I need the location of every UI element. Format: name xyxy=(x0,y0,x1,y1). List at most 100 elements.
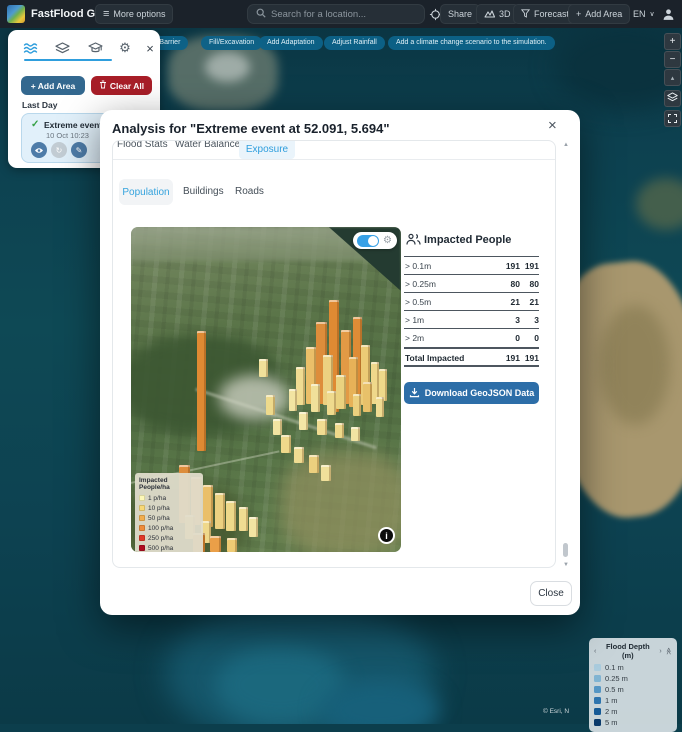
impacted-people-title: Impacted People xyxy=(424,234,511,246)
share-button[interactable]: Share xyxy=(440,4,480,24)
depth-swatch xyxy=(594,697,601,704)
population-bar xyxy=(376,397,384,417)
flood-legend-item: 2 m xyxy=(594,706,672,717)
funnel-icon xyxy=(521,9,530,20)
population-bar xyxy=(351,427,360,441)
population-bar xyxy=(309,455,319,473)
flood-legend-item: 0.1 m xyxy=(594,662,672,673)
tilt-button[interactable]: ▴ xyxy=(664,69,681,86)
population-bar xyxy=(227,538,237,552)
learn-tab-graduation-icon[interactable] xyxy=(86,40,104,56)
clear-all-button[interactable]: Clear All xyxy=(91,76,152,95)
layer-toggle-pill: ⚙ xyxy=(353,232,397,249)
flood-legend-item: 0.25 m xyxy=(594,673,672,684)
flood-tab-waves-icon[interactable] xyxy=(22,40,40,56)
impacted-people-legend: Impacted People/ha 1 p/ha 10 p/ha 50 p/h… xyxy=(135,473,203,552)
map-info-button[interactable]: i xyxy=(378,527,395,544)
layers-icon xyxy=(667,92,678,105)
population-bar xyxy=(311,384,320,412)
population-bar xyxy=(215,493,225,529)
impacted-row: > 0.1m191191 xyxy=(404,256,539,274)
population-bar xyxy=(259,359,268,377)
depth-swatch xyxy=(594,686,601,693)
population-bar xyxy=(327,391,336,415)
settings-tab-gear-icon[interactable]: ⚙ xyxy=(116,40,134,56)
tab-flood-stats[interactable]: Flood Stats xyxy=(117,140,168,150)
modal-content: Flood Stats Water Balance Exposure Popul… xyxy=(112,140,556,568)
subtab-buildings[interactable]: Buildings xyxy=(183,186,224,197)
modal-close-icon[interactable]: × xyxy=(548,117,557,134)
rerun-scenario-button[interactable]: ↻ xyxy=(51,142,67,158)
fill-excavation-pill[interactable]: Fill/Excavation xyxy=(201,36,262,50)
more-options-button[interactable]: ≡ More options xyxy=(95,4,173,24)
impacted-row: > 0.5m2121 xyxy=(404,292,539,310)
add-area-button[interactable]: + Add Area xyxy=(21,76,85,95)
basemap-layers-button[interactable] xyxy=(664,90,681,107)
add-adaptation-pill[interactable]: Add Adaptation xyxy=(259,36,323,50)
show-scenario-eye-button[interactable] xyxy=(31,142,47,158)
user-avatar-icon[interactable] xyxy=(659,5,677,23)
legend-collapse-icon[interactable]: ≪ xyxy=(664,647,672,654)
population-bar xyxy=(353,394,361,416)
zoom-out-button[interactable]: − xyxy=(664,51,681,68)
viz-legend-item: 100 p/ha xyxy=(139,523,199,533)
zoom-in-button[interactable]: + xyxy=(664,33,681,50)
top-bar: FastFlood Global ≡ More options Share 3D… xyxy=(0,0,682,28)
population-bar xyxy=(294,447,304,463)
scroll-up-icon[interactable]: ▲ xyxy=(562,142,570,148)
search-icon xyxy=(256,5,266,23)
panel-close-icon[interactable]: × xyxy=(141,40,159,56)
population-bar xyxy=(296,367,305,405)
scenario-timestamp: 10 Oct 10:23 xyxy=(46,131,89,140)
tab-water-balance[interactable]: Water Balance xyxy=(175,140,240,150)
adjust-rainfall-pill[interactable]: Adjust Rainfall xyxy=(324,36,385,50)
population-bar xyxy=(210,536,221,552)
impacted-row: > 1m33 xyxy=(404,310,539,328)
climate-scenario-pill[interactable]: Add a climate change scenario to the sim… xyxy=(388,36,555,50)
viz-legend-item: 500 p/ha xyxy=(139,543,199,552)
population-bar xyxy=(226,501,236,531)
download-geojson-button[interactable]: Download GeoJSON Data xyxy=(404,382,539,404)
scroll-down-icon[interactable]: ▼ xyxy=(562,562,570,568)
subtab-population[interactable]: Population xyxy=(119,179,173,205)
modal-title: Analysis for "Extreme event at 52.091, 5… xyxy=(112,121,390,136)
population-bar xyxy=(273,419,282,435)
viz-legend-item: 10 p/ha xyxy=(139,503,199,513)
tab-divider xyxy=(113,159,556,160)
trash-icon xyxy=(99,80,107,91)
add-area-header-button[interactable]: + Add Area xyxy=(568,4,630,24)
depth-swatch xyxy=(594,708,601,715)
layer-toggle-switch[interactable] xyxy=(357,235,379,247)
tab-exposure[interactable]: Exposure xyxy=(239,140,295,159)
mountain-icon xyxy=(484,9,495,20)
legend-prev-icon[interactable]: ‹ xyxy=(594,648,596,655)
terrain-patch xyxy=(600,305,670,425)
deep-water-patch xyxy=(555,24,682,109)
layers-tab-icon[interactable] xyxy=(53,40,71,56)
modal-scrollbar[interactable]: ▲ ▼ xyxy=(562,142,570,570)
dashed-square-icon xyxy=(668,114,677,123)
analysis-modal: Analysis for "Extreme event at 52.091, 5… xyxy=(100,110,580,615)
population-bar xyxy=(249,517,258,537)
sand-patch xyxy=(219,375,289,420)
active-tab-underline xyxy=(24,59,112,61)
depth-swatch xyxy=(594,675,601,682)
gear-icon[interactable]: ⚙ xyxy=(383,235,392,246)
area-select-button[interactable] xyxy=(664,110,681,127)
search-input[interactable] xyxy=(271,9,416,20)
subtab-roads[interactable]: Roads xyxy=(235,186,264,197)
close-modal-button[interactable]: Close xyxy=(530,581,572,606)
hamburger-icon: ≡ xyxy=(103,8,109,20)
population-bar xyxy=(197,331,206,451)
scroll-thumb[interactable] xyxy=(563,543,568,557)
depth-swatch xyxy=(594,719,601,726)
population-bar xyxy=(317,419,327,435)
legend-next-icon[interactable]: › xyxy=(659,648,661,655)
language-selector[interactable]: EN ∨ xyxy=(626,4,662,24)
check-icon: ✓ xyxy=(31,119,39,130)
population-bar xyxy=(266,395,275,415)
edit-scenario-button[interactable]: ✎ xyxy=(71,142,87,158)
population-3d-map[interactable]: ⚙ Impacted People/ha 1 p/ha 10 p/ha 50 p… xyxy=(131,227,401,552)
population-bar xyxy=(363,382,372,412)
people-icon xyxy=(406,233,421,251)
